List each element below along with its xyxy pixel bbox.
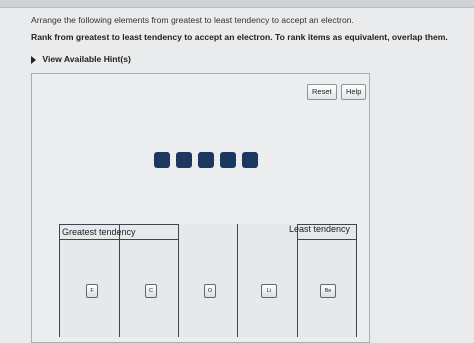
element-tile-o[interactable]: O	[204, 284, 216, 298]
top-bar	[0, 0, 474, 7]
draggable-tile[interactable]	[198, 152, 214, 168]
rank-bin-2[interactable]	[120, 224, 179, 337]
view-hints-label: View Available Hint(s)	[42, 54, 131, 64]
draggable-tile[interactable]	[154, 152, 170, 168]
top-divider	[0, 7, 474, 8]
draggable-tile[interactable]	[220, 152, 236, 168]
rank-bin-1[interactable]	[59, 224, 120, 337]
view-hints-link[interactable]: View Available Hint(s)	[31, 54, 131, 64]
element-tile-be[interactable]: Be	[320, 284, 336, 298]
element-tile-li[interactable]: Li	[261, 284, 277, 298]
least-tendency-label: Least tendency	[289, 224, 351, 234]
element-tile-f[interactable]: F	[86, 284, 98, 298]
reset-button[interactable]: Reset	[307, 84, 337, 100]
draggable-tile[interactable]	[176, 152, 192, 168]
question-instruction: Arrange the following elements from grea…	[31, 15, 354, 25]
ranking-bins	[59, 224, 357, 337]
help-button[interactable]: Help	[341, 84, 367, 100]
element-tile-c[interactable]: C	[145, 284, 157, 298]
unranked-tile-tray	[154, 152, 258, 168]
rank-bin-4[interactable]	[238, 224, 298, 337]
expand-caret-icon	[31, 55, 36, 64]
rank-bin-3[interactable]	[179, 224, 238, 337]
rank-prompt: Rank from greatest to least tendency to …	[31, 32, 448, 42]
rank-bin-5[interactable]	[298, 224, 357, 337]
greatest-tendency-label: Greatest tendency	[62, 227, 136, 237]
draggable-tile[interactable]	[242, 152, 258, 168]
